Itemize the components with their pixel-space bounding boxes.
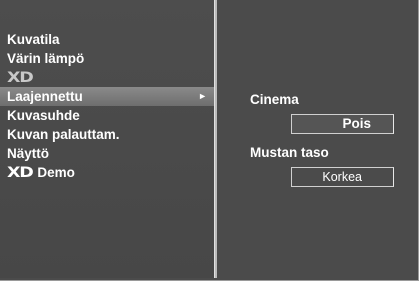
cinema-value-box[interactable]: Pois (291, 114, 394, 134)
menu-item-kuvasuhde[interactable]: Kuvasuhde (0, 106, 214, 125)
menu-item-label: Demo (37, 165, 75, 180)
main-menu-panel: Kuvatila Värin lämpö XD Laajennettu ► Ku… (0, 0, 214, 278)
submenu-arrow-icon: ► (198, 91, 207, 101)
menu-item-xd-demo[interactable]: XD Demo (0, 163, 214, 182)
menu-item-label: Näyttö (7, 146, 50, 161)
menu-item-label: Kuvatila (7, 32, 60, 47)
menu-item-kuvatila[interactable]: Kuvatila (0, 30, 214, 49)
menu-item-naytto[interactable]: Näyttö (0, 144, 214, 163)
tv-osd-menu: Kuvatila Värin lämpö XD Laajennettu ► Ku… (0, 0, 419, 281)
xd-logo-icon: XD (7, 165, 34, 181)
menu-item-xd[interactable]: XD (0, 68, 214, 87)
menu-item-label: Kuvasuhde (7, 108, 80, 123)
submenu-panel (217, 0, 417, 278)
menu-item-varin-lampo[interactable]: Värin lämpö (0, 49, 214, 68)
menu-item-label: Kuvan palauttam. (7, 127, 120, 142)
menu-item-kuvan-palauttam[interactable]: Kuvan palauttam. (0, 125, 214, 144)
menu-item-laajennettu[interactable]: Laajennettu ► (0, 87, 214, 106)
menu-item-label: Laajennettu (7, 89, 83, 104)
black-level-label: Mustan taso (250, 145, 329, 160)
xd-logo-icon: XD (7, 70, 34, 86)
main-menu: Kuvatila Värin lämpö XD Laajennettu ► Ku… (0, 30, 214, 182)
black-level-value-box[interactable]: Korkea (291, 167, 394, 187)
menu-item-label: Värin lämpö (7, 51, 85, 66)
cinema-label: Cinema (250, 92, 299, 107)
